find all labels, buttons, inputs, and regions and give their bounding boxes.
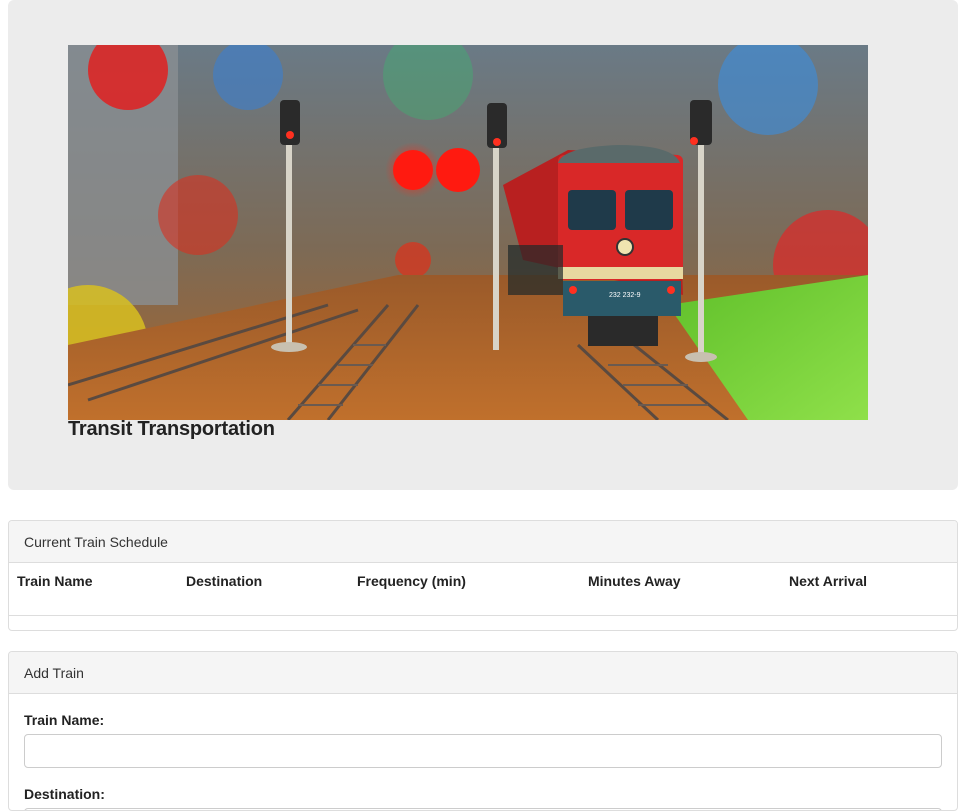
add-train-panel: Add Train Train Name: Destination: [8, 651, 958, 811]
column-header-frequency: Frequency (min) [349, 563, 580, 616]
train-name-label: Train Name: [24, 712, 105, 728]
svg-text:232 232-9: 232 232-9 [609, 292, 641, 299]
schedule-table: Train Name Destination Frequency (min) M… [9, 563, 957, 616]
page-title: Transit Transportation [68, 418, 275, 440]
schedule-panel-heading: Current Train Schedule [9, 521, 957, 563]
column-header-next-arrival: Next Arrival [781, 563, 957, 616]
schedule-panel: Current Train Schedule Train Name Destin… [8, 520, 958, 631]
hero-train-image: 232 232-9 [68, 45, 868, 420]
add-train-panel-heading: Add Train [9, 652, 957, 694]
column-header-destination: Destination [178, 563, 349, 616]
train-name-input[interactable] [24, 734, 942, 768]
add-train-form: Train Name: Destination: [9, 694, 957, 810]
table-header-row: Train Name Destination Frequency (min) M… [9, 563, 957, 616]
column-header-train-name: Train Name [9, 563, 178, 616]
column-header-minutes-away: Minutes Away [580, 563, 781, 616]
